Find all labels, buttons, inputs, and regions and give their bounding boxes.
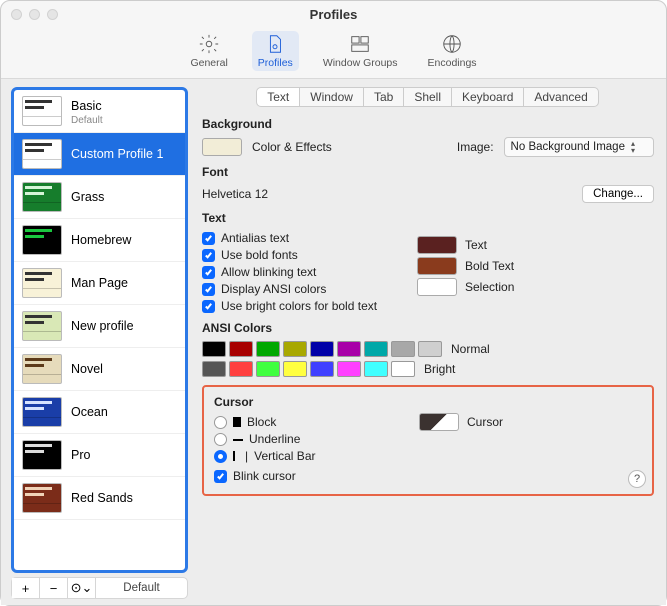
checkbox-antialias-text[interactable]	[202, 232, 215, 245]
profile-thumb	[22, 225, 62, 255]
tab-tab[interactable]: Tab	[363, 87, 404, 107]
ansi-swatch[interactable]	[229, 341, 253, 357]
tab-text[interactable]: Text	[256, 87, 300, 107]
background-title: Background	[202, 117, 654, 131]
main-panel: TextWindowTabShellKeyboardAdvanced Backg…	[196, 79, 666, 605]
ansi-swatch[interactable]	[283, 341, 307, 357]
profile-item-novel[interactable]: Novel	[14, 348, 185, 391]
ansi-swatch[interactable]	[364, 361, 388, 377]
checkbox-allow-blinking-text[interactable]	[202, 266, 215, 279]
profile-thumb	[22, 268, 62, 298]
ansi-swatch[interactable]	[202, 361, 226, 377]
checkbox-use-bold-fonts[interactable]	[202, 249, 215, 262]
document-gear-icon	[264, 33, 286, 55]
bold-color-swatch[interactable]	[417, 257, 457, 275]
color-effects-label: Color & Effects	[252, 140, 332, 154]
ansi-swatch[interactable]	[256, 361, 280, 377]
profile-item-homebrew[interactable]: Homebrew	[14, 219, 185, 262]
profile-actions-menu[interactable]: ⊙⌄	[68, 578, 96, 598]
ansi-swatch[interactable]	[283, 361, 307, 377]
profile-thumb	[22, 397, 62, 427]
profile-item-pro[interactable]: Pro	[14, 434, 185, 477]
profile-item-custom-profile-1[interactable]: Custom Profile 1	[14, 133, 185, 176]
sidebar-wrap: BasicDefaultCustom Profile 1GrassHomebre…	[1, 79, 196, 605]
ansi-swatch[interactable]	[256, 341, 280, 357]
remove-profile-button[interactable]: −	[40, 578, 68, 598]
titlebar: Profiles	[1, 1, 666, 27]
tab-keyboard[interactable]: Keyboard	[451, 87, 524, 107]
cursor-title: Cursor	[214, 395, 642, 409]
content-area: BasicDefaultCustom Profile 1GrassHomebre…	[1, 79, 666, 605]
help-button[interactable]: ?	[628, 470, 646, 488]
preferences-window: Profiles General Profiles Window Groups …	[0, 0, 667, 606]
ansi-title: ANSI Colors	[202, 321, 654, 335]
background-color-swatch[interactable]	[202, 138, 242, 156]
text-color-swatch[interactable]	[417, 236, 457, 254]
ansi-swatch[interactable]	[310, 361, 334, 377]
ansi-swatch[interactable]	[391, 361, 415, 377]
profile-item-new-profile[interactable]: New profile	[14, 305, 185, 348]
profile-item-grass[interactable]: Grass	[14, 176, 185, 219]
tab-advanced[interactable]: Advanced	[523, 87, 598, 107]
window-title: Profiles	[1, 7, 666, 22]
cursor-radio-vbar[interactable]	[214, 450, 227, 463]
default-profile-label[interactable]: Default	[96, 582, 187, 594]
profile-thumb	[22, 354, 62, 384]
toolbar-general[interactable]: General	[184, 31, 233, 71]
profile-item-basic[interactable]: BasicDefault	[14, 90, 185, 133]
profile-thumb	[22, 483, 62, 513]
toolbar-encodings[interactable]: Encodings	[422, 31, 483, 71]
toolbar-window-groups[interactable]: Window Groups	[317, 31, 404, 71]
ansi-swatch[interactable]	[337, 361, 361, 377]
tab-window[interactable]: Window	[299, 87, 364, 107]
ansi-swatch[interactable]	[364, 341, 388, 357]
window-groups-icon	[349, 33, 371, 55]
cursor-radio-block[interactable]	[214, 416, 227, 429]
ansi-swatch[interactable]	[202, 341, 226, 357]
add-profile-button[interactable]: +	[12, 578, 40, 598]
ansi-swatch[interactable]	[337, 341, 361, 357]
checkbox-display-ansi-colors[interactable]	[202, 283, 215, 296]
profile-item-red-sands[interactable]: Red Sands	[14, 477, 185, 520]
prefs-toolbar: General Profiles Window Groups Encodings	[1, 27, 666, 79]
globe-icon	[441, 33, 463, 55]
cursor-radio-underline[interactable]	[214, 433, 227, 446]
profile-list[interactable]: BasicDefaultCustom Profile 1GrassHomebre…	[14, 90, 185, 570]
sidebar-footer: + − ⊙⌄ Default	[11, 577, 188, 599]
font-current: Helvetica 12	[202, 187, 268, 201]
profile-thumb	[22, 139, 62, 169]
profile-item-ocean[interactable]: Ocean	[14, 391, 185, 434]
profiles-sidebar: BasicDefaultCustom Profile 1GrassHomebre…	[11, 87, 188, 573]
cursor-color-swatch[interactable]	[419, 413, 459, 431]
cursor-section: Cursor Block Underline | Vertical Bar Bl…	[202, 385, 654, 496]
ansi-swatch[interactable]	[310, 341, 334, 357]
change-font-button[interactable]: Change...	[582, 185, 654, 203]
profile-thumb	[22, 96, 62, 126]
ansi-normal-row: Normal	[202, 341, 654, 357]
profile-thumb	[22, 440, 62, 470]
profile-thumb	[22, 182, 62, 212]
image-label: Image:	[457, 140, 494, 154]
toolbar-profiles[interactable]: Profiles	[252, 31, 299, 71]
profile-tabs: TextWindowTabShellKeyboardAdvanced	[202, 87, 654, 107]
background-image-select[interactable]: No Background Image ▴▾	[504, 137, 654, 157]
chevron-updown-icon: ▴▾	[631, 140, 635, 154]
blink-cursor-checkbox[interactable]	[214, 470, 227, 483]
ansi-swatch[interactable]	[418, 341, 442, 357]
gear-icon	[198, 33, 220, 55]
ansi-swatch[interactable]	[229, 361, 253, 377]
text-title: Text	[202, 211, 654, 225]
font-title: Font	[202, 165, 654, 179]
profile-thumb	[22, 311, 62, 341]
profile-item-man-page[interactable]: Man Page	[14, 262, 185, 305]
ansi-bright-row: Bright	[202, 361, 654, 377]
checkbox-use-bright-colors-for-bold-text[interactable]	[202, 300, 215, 313]
ansi-swatch[interactable]	[391, 341, 415, 357]
selection-color-swatch[interactable]	[417, 278, 457, 296]
tab-shell[interactable]: Shell	[403, 87, 452, 107]
